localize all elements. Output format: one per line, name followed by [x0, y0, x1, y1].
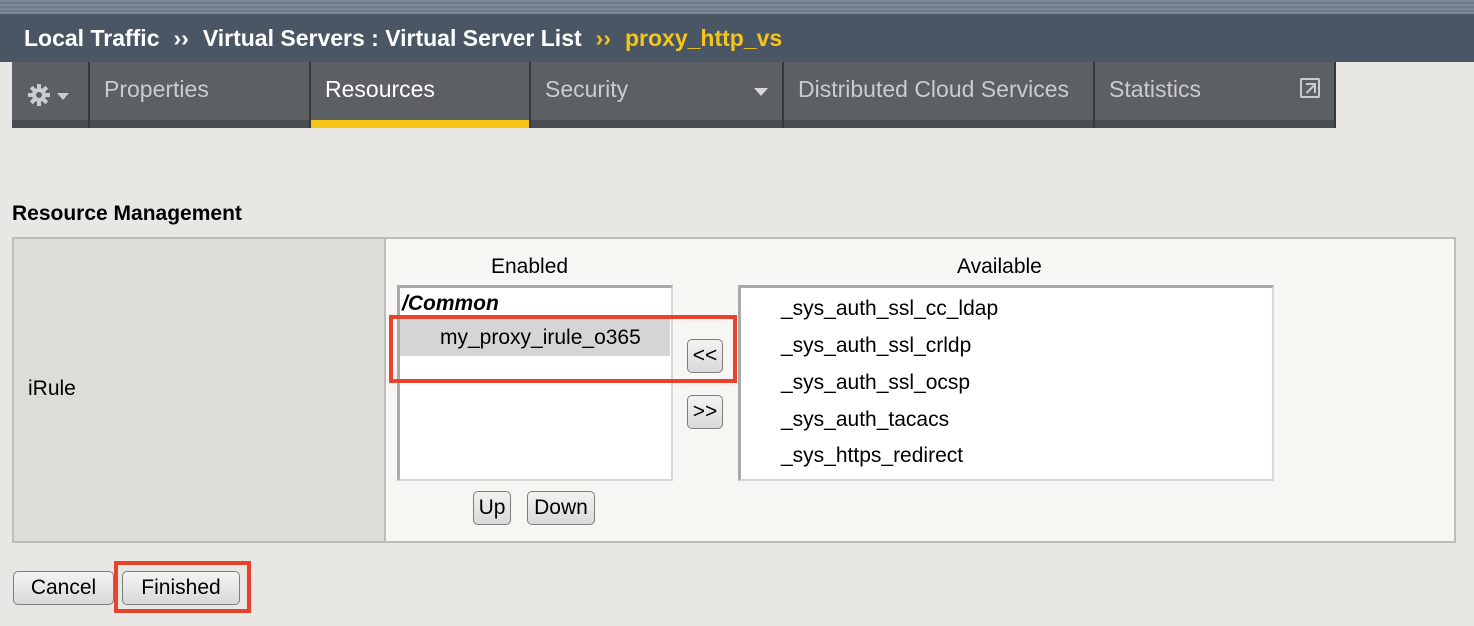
- irule-label-cell: iRule: [14, 239, 386, 541]
- available-item[interactable]: _sys_auth_ssl_crldp: [781, 334, 971, 358]
- breadcrumb-local-traffic[interactable]: Local Traffic: [24, 25, 159, 52]
- tab-properties-label: Properties: [104, 76, 209, 102]
- tab-resources[interactable]: Resources: [311, 62, 531, 128]
- enabled-header: Enabled: [491, 255, 569, 278]
- top-stripe: [0, 0, 1474, 14]
- gear-icon: [28, 84, 69, 106]
- available-item[interactable]: _sys_auth_ssl_ocsp: [781, 371, 970, 395]
- available-item[interactable]: _sys_https_redirect: [781, 444, 963, 468]
- resource-management-panel: iRule Enabled Available /Common my_proxy…: [12, 237, 1456, 543]
- breadcrumb-separator: ››: [595, 24, 611, 51]
- gear-menu-button[interactable]: [12, 62, 90, 128]
- breadcrumb: Local Traffic ›› Virtual Servers : Virtu…: [0, 14, 1474, 62]
- available-item[interactable]: _sys_auth_ssl_cc_ldap: [781, 297, 998, 321]
- enabled-listbox[interactable]: /Common my_proxy_irule_o365: [397, 285, 673, 481]
- finished-button[interactable]: Finished: [122, 571, 240, 605]
- tab-distributed-cloud-services[interactable]: Distributed Cloud Services: [784, 62, 1095, 128]
- external-link-icon[interactable]: [1300, 78, 1320, 98]
- available-header: Available: [957, 255, 1042, 278]
- available-item[interactable]: _sys_auth_tacacs: [781, 408, 949, 432]
- enabled-group-common: /Common: [402, 292, 499, 315]
- cancel-button[interactable]: Cancel: [13, 571, 114, 605]
- tab-resources-label: Resources: [325, 76, 435, 102]
- tab-security-label: Security: [545, 76, 629, 102]
- move-to-available-button[interactable]: >>: [687, 395, 723, 429]
- breadcrumb-separator: ››: [173, 24, 189, 51]
- move-to-enabled-button[interactable]: <<: [687, 339, 723, 373]
- chevron-down-icon: [754, 88, 768, 96]
- tab-bar: Properties Resources Security Distribute…: [12, 62, 1336, 128]
- enabled-item[interactable]: my_proxy_irule_o365: [400, 318, 670, 356]
- breadcrumb-virtual-server-list[interactable]: Virtual Servers : Virtual Server List: [203, 25, 582, 52]
- move-down-button[interactable]: Down: [527, 491, 595, 525]
- irule-label: iRule: [28, 377, 76, 400]
- chevron-down-icon: [57, 93, 69, 100]
- breadcrumb-current: proxy_http_vs: [624, 24, 783, 51]
- tab-security[interactable]: Security: [531, 62, 784, 128]
- tab-distributed-label: Distributed Cloud Services: [798, 76, 1070, 102]
- tab-statistics-label: Statistics: [1109, 76, 1202, 102]
- section-title: Resource Management: [12, 202, 242, 225]
- tab-properties[interactable]: Properties: [90, 62, 311, 128]
- move-up-button[interactable]: Up: [473, 491, 511, 525]
- available-listbox[interactable]: _sys_auth_ssl_cc_ldap _sys_auth_ssl_crld…: [738, 285, 1274, 481]
- tab-statistics[interactable]: Statistics: [1095, 62, 1336, 128]
